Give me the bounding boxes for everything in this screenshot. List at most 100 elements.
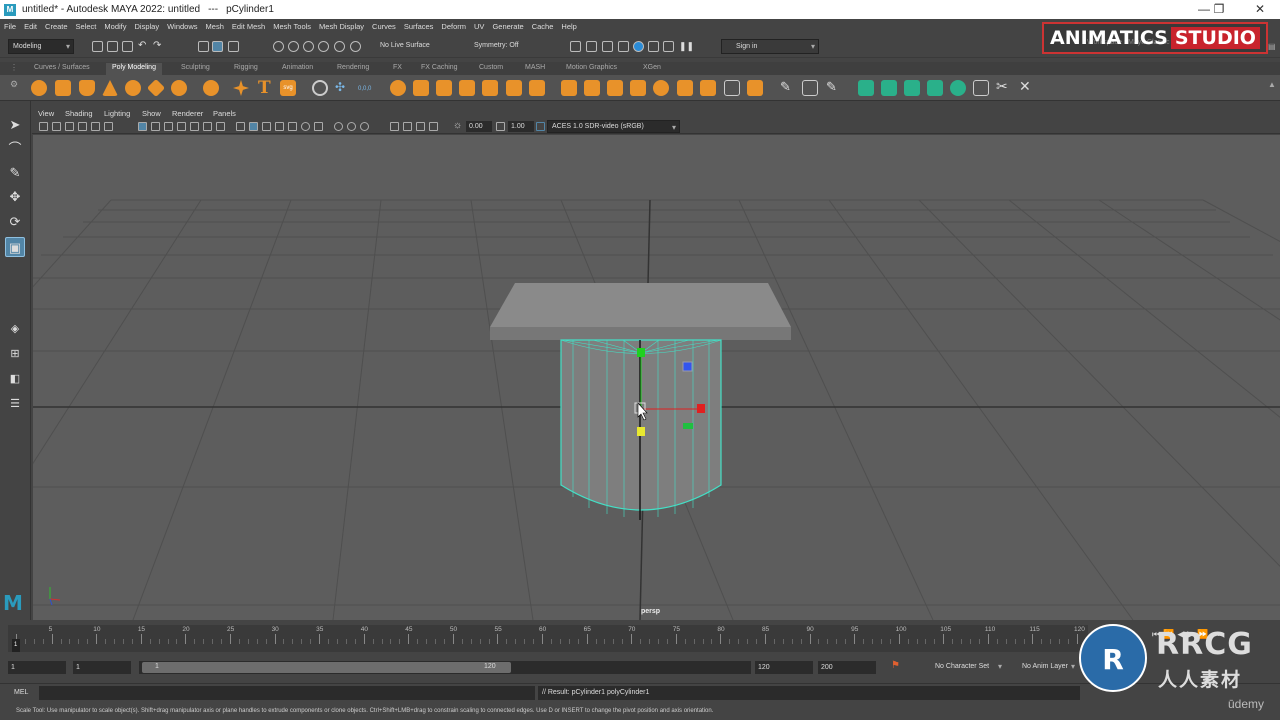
insert-edge-loop-icon[interactable] (802, 80, 818, 96)
menu-help[interactable]: Help (561, 22, 576, 31)
color-space-dropdown[interactable]: ACES 1.0 SDR-video (sRGB) (547, 120, 680, 133)
auto-key-icon[interactable]: ⚑ (891, 660, 900, 671)
panel-menu-view[interactable]: View (38, 109, 54, 118)
panel-menu-renderer[interactable]: Renderer (172, 109, 203, 118)
separate-icon[interactable] (413, 80, 429, 96)
bridge-icon[interactable] (584, 80, 600, 96)
undo-icon[interactable]: ↶ (138, 40, 146, 51)
snap-point-icon[interactable] (303, 41, 314, 52)
light-editor-icon[interactable] (663, 41, 674, 52)
render-setup-icon[interactable] (648, 41, 659, 52)
character-set-dropdown[interactable]: No Character Set (919, 660, 1005, 674)
open-scene-icon[interactable] (107, 41, 118, 52)
cylindrical-map-icon[interactable] (904, 80, 920, 96)
panel-menu-lighting[interactable]: Lighting (104, 109, 130, 118)
end-frame-field[interactable]: 200 (818, 661, 876, 674)
make-hole-icon[interactable] (677, 80, 693, 96)
menu-edit[interactable]: Edit (24, 22, 37, 31)
panel-menu-show[interactable]: Show (142, 109, 161, 118)
bookmarks-icon[interactable] (78, 122, 87, 131)
symmetry-label[interactable]: Symmetry: Off (474, 42, 519, 49)
center-pivot-icon[interactable]: 0,0,0 (358, 86, 371, 92)
perspective-viewport[interactable]: persp (33, 135, 1280, 620)
safe-action-icon[interactable] (203, 122, 212, 131)
menu-generate[interactable]: Generate (492, 22, 523, 31)
lock-camera-icon[interactable] (52, 122, 61, 131)
shelf-options-icon[interactable]: ⋮ (10, 63, 18, 72)
camera-attributes-icon[interactable] (65, 122, 74, 131)
target-weld-icon[interactable]: ✎ (826, 79, 837, 95)
range-slider-handle[interactable]: 1 120 (142, 662, 511, 673)
shadows-icon[interactable] (301, 122, 310, 131)
poke-icon[interactable] (724, 80, 740, 96)
multi-cut-icon[interactable]: ✎ (780, 79, 791, 95)
select-hierarchy-icon[interactable] (198, 41, 209, 52)
shelf-tab-animation[interactable]: Animation (276, 63, 319, 75)
svg-icon[interactable]: svg (280, 80, 296, 96)
restore-icon[interactable]: ❐ (1204, 2, 1234, 16)
snap-view-plane-icon[interactable] (334, 41, 345, 52)
command-mode-label[interactable]: MEL (14, 689, 28, 696)
shelf-tab-rigging[interactable]: Rigging (228, 63, 264, 75)
current-frame-marker[interactable]: 1 (12, 639, 20, 652)
anti-aliasing-icon[interactable] (347, 122, 356, 131)
xray-joints-icon[interactable] (416, 122, 425, 131)
pause-viewport-icon[interactable]: ❚❚ (679, 41, 694, 52)
merge-icon[interactable] (700, 80, 716, 96)
anim-layer-dropdown[interactable]: No Anim Layer (1008, 660, 1078, 674)
depth-of-field-icon[interactable] (360, 122, 369, 131)
gamma-field[interactable]: 1.00 (508, 121, 534, 132)
shelf-tab-poly-modeling[interactable]: Poly Modeling (106, 63, 162, 75)
isolate-select-icon[interactable] (390, 122, 399, 131)
remesh-icon[interactable] (529, 80, 545, 96)
menu-surfaces[interactable]: Surfaces (404, 22, 434, 31)
outliner-icon[interactable]: ☰ (5, 394, 25, 414)
toggle-layout-icon[interactable]: ▤ (1268, 42, 1276, 51)
select-tool-icon[interactable]: ➤ (5, 115, 25, 135)
playback-end-field[interactable]: 120 (755, 661, 813, 674)
close-icon[interactable]: ✕ (1245, 2, 1275, 16)
menu-select[interactable]: Select (76, 22, 97, 31)
poly-plane-icon[interactable] (146, 78, 166, 98)
grease-pencil-icon[interactable] (104, 122, 113, 131)
shelf-tab-xgen[interactable]: XGen (637, 63, 667, 75)
shelf-tab-fx[interactable]: FX (387, 63, 408, 75)
sign-in-dropdown[interactable]: Sign in (721, 39, 819, 54)
xray-icon[interactable] (403, 122, 412, 131)
menu-modify[interactable]: Modify (104, 22, 126, 31)
menu-display[interactable]: Display (135, 22, 160, 31)
boolean-icon[interactable] (482, 80, 498, 96)
uv-editor-icon[interactable] (858, 80, 874, 96)
motion-blur-icon[interactable] (334, 122, 343, 131)
panel-menu-shading[interactable]: Shading (65, 109, 93, 118)
select-object-icon[interactable] (212, 41, 223, 52)
wedge-icon[interactable] (747, 80, 763, 96)
snap-grid-icon[interactable] (273, 41, 284, 52)
scale-plane-handle[interactable] (637, 427, 645, 436)
combine-icon[interactable] (390, 80, 406, 96)
shelf-tab-motion-graphics[interactable]: Motion Graphics (560, 63, 623, 75)
menu-mesh-display[interactable]: Mesh Display (319, 22, 364, 31)
select-component-icon[interactable] (228, 41, 239, 52)
ipr-render-icon[interactable] (602, 41, 613, 52)
fill-hole-icon[interactable] (653, 80, 669, 96)
menu-mesh-tools[interactable]: Mesh Tools (273, 22, 311, 31)
menu-curves[interactable]: Curves (372, 22, 396, 31)
auto-seams-icon[interactable] (950, 80, 966, 96)
scale-tool-icon[interactable]: ▣ (5, 237, 25, 257)
save-scene-icon[interactable] (122, 41, 133, 52)
append-polygon-icon[interactable] (630, 80, 646, 96)
menu-deform[interactable]: Deform (441, 22, 466, 31)
viewport-scene[interactable]: persp (33, 135, 1280, 620)
menu-edit-mesh[interactable]: Edit Mesh (232, 22, 265, 31)
spherical-map-icon[interactable] (927, 80, 943, 96)
move-tool-icon[interactable]: ✥ (5, 187, 25, 207)
shelf-tab-fx-caching[interactable]: FX Caching (415, 63, 464, 75)
wireframe-icon[interactable] (236, 122, 245, 131)
snap-projected-icon[interactable] (318, 41, 329, 52)
redo-icon[interactable]: ↷ (153, 40, 161, 51)
select-camera-icon[interactable] (39, 122, 48, 131)
hypershade-icon[interactable] (633, 41, 644, 52)
playback-start-field[interactable]: 1 (73, 661, 131, 674)
shelf-tab-curves-surfaces[interactable]: Curves / Surfaces (28, 63, 96, 75)
